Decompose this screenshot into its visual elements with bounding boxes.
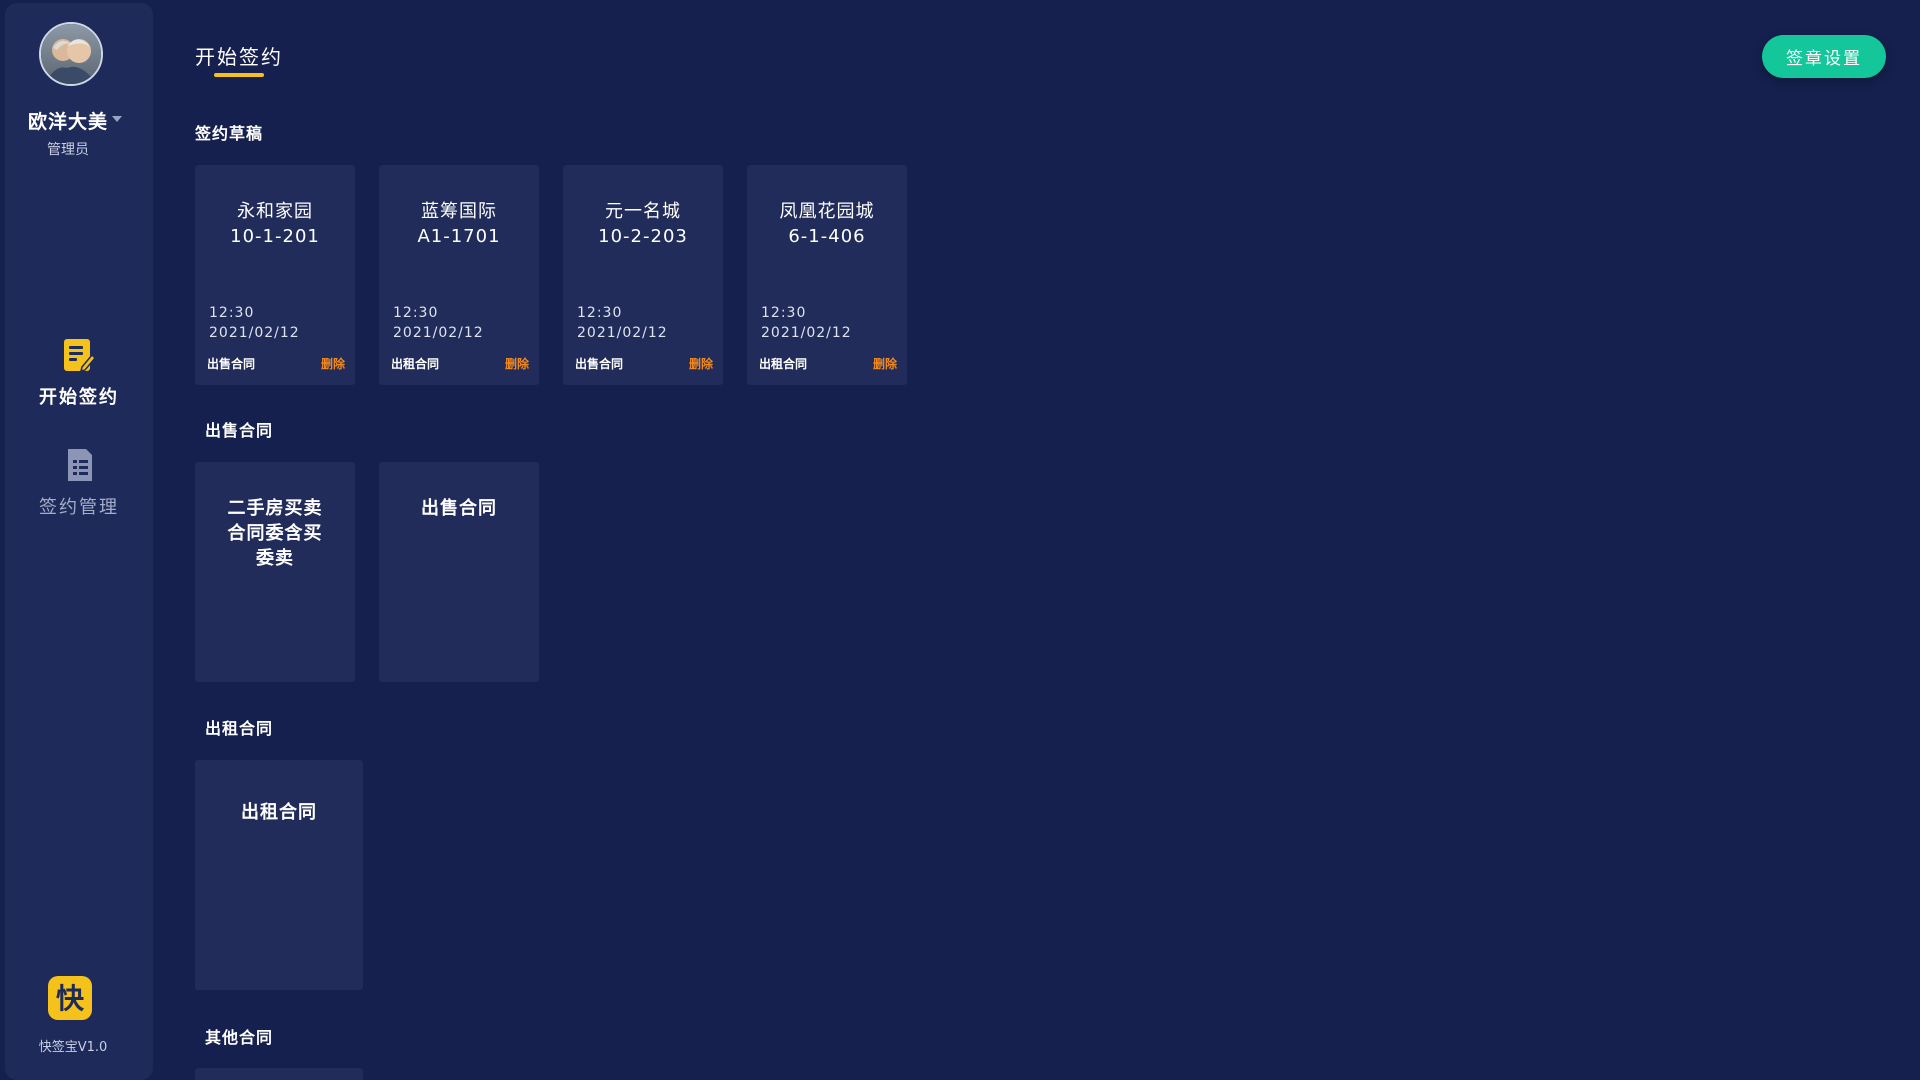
draft-card-title: 凤凰花园城 6-1-406 — [779, 201, 875, 247]
page-title: 开始签约 — [195, 45, 283, 69]
contract-template-title: 二手房买卖 合同委含买 委卖 — [227, 498, 323, 569]
app-logo-icon: 快 — [56, 982, 85, 1015]
chevron-down-icon[interactable] — [112, 116, 122, 122]
svg-text:快: 快 — [56, 982, 85, 1015]
delete-button[interactable]: 删除 — [873, 355, 897, 372]
document-list-icon — [68, 449, 92, 481]
draft-card-time: 12:30 2021/02/12 — [761, 305, 852, 341]
contract-template-title: 出租合同 — [241, 802, 317, 823]
contract-template-card[interactable]: 出租合同 — [195, 760, 363, 990]
section-title-sale-contracts: 出售合同 — [205, 421, 274, 440]
delete-button[interactable]: 删除 — [321, 355, 345, 372]
nav-item-start-signing[interactable]: 开始签约 — [5, 337, 153, 409]
app-logo: 快 — [48, 976, 92, 1020]
draft-card-title: 元一名城 10-2-203 — [598, 201, 688, 247]
nav-label-start-signing: 开始签约 — [39, 387, 119, 408]
draft-card[interactable]: 元一名城 10-2-203 12:30 2021/02/12 出售合同 删除 — [563, 165, 723, 385]
draft-card-title: 蓝筹国际 A1-1701 — [417, 201, 501, 247]
nav-item-sign-management[interactable]: 签约管理 — [5, 447, 153, 519]
draft-card[interactable]: 凤凰花园城 6-1-406 12:30 2021/02/12 出租合同 删除 — [747, 165, 907, 385]
draft-card[interactable]: 蓝筹国际 A1-1701 12:30 2021/02/12 出租合同 删除 — [379, 165, 539, 385]
section-title-other-contracts: 其他合同 — [205, 1028, 274, 1047]
contract-template-card[interactable] — [195, 1068, 363, 1080]
section-title-rent-contracts: 出租合同 — [205, 719, 274, 738]
draft-card-time: 12:30 2021/02/12 — [209, 305, 300, 341]
seal-settings-button[interactable]: 签章设置 — [1762, 35, 1886, 78]
draft-card-type: 出租合同 — [391, 357, 440, 371]
title-underline — [214, 73, 264, 77]
contract-template-card[interactable]: 出售合同 — [379, 462, 539, 682]
draft-card-type: 出售合同 — [207, 357, 256, 371]
delete-button[interactable]: 删除 — [689, 355, 713, 372]
user-role: 管理员 — [47, 142, 89, 158]
nav-label-sign-management: 签约管理 — [39, 497, 119, 518]
contract-template-title: 出售合同 — [421, 498, 497, 519]
app-version: 快签宝V1.0 — [38, 1040, 108, 1055]
section-title-drafts: 签约草稿 — [195, 124, 264, 143]
draft-card-type: 出售合同 — [575, 357, 624, 371]
draft-card-type: 出租合同 — [759, 357, 808, 371]
draft-card-time: 12:30 2021/02/12 — [577, 305, 668, 341]
contract-edit-icon — [64, 339, 96, 373]
delete-button[interactable]: 删除 — [505, 355, 529, 372]
draft-card-time: 12:30 2021/02/12 — [393, 305, 484, 341]
sidebar: 欧洋大美 管理员 开始签约 签约管理 快 快签宝V1.0 — [5, 3, 153, 1080]
user-avatar[interactable] — [39, 22, 103, 86]
contract-template-card[interactable]: 二手房买卖 合同委含买 委卖 — [195, 462, 355, 682]
draft-card[interactable]: 永和家园 10-1-201 12:30 2021/02/12 出售合同 删除 — [195, 165, 355, 385]
draft-card-title: 永和家园 10-1-201 — [230, 201, 320, 247]
